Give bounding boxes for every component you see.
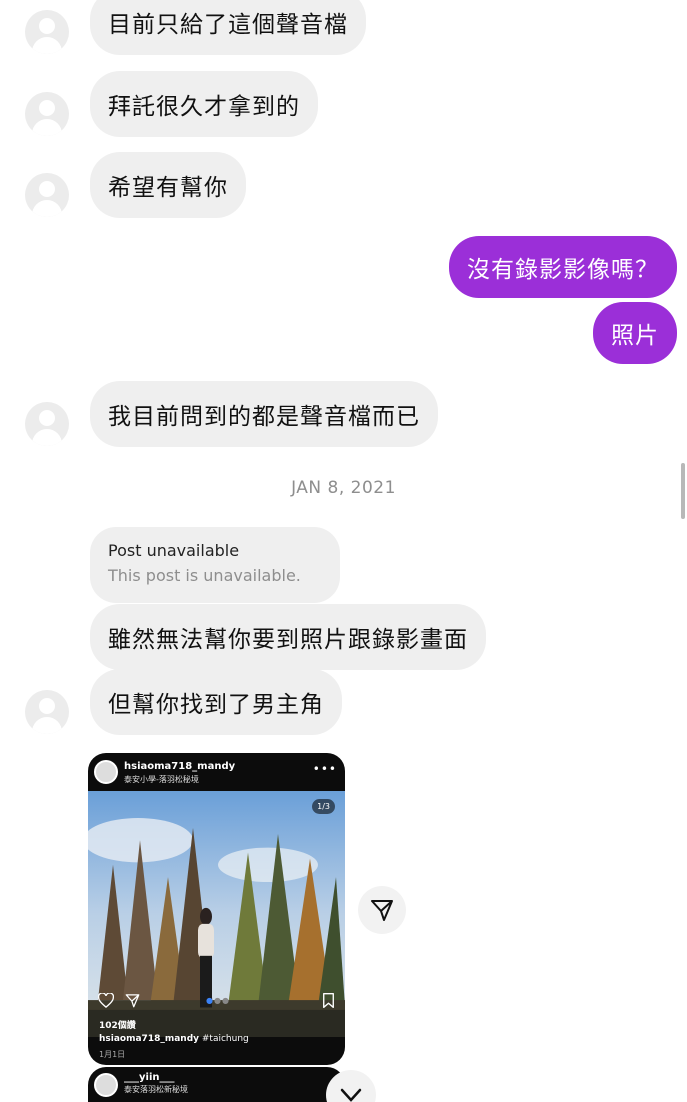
shared-post[interactable]: ___yiin___ 泰安落羽松新秘境 bbox=[88, 1067, 345, 1102]
carousel-dots: ●●● bbox=[206, 996, 230, 1005]
post-caption: hsiaoma718_mandy #taichung bbox=[99, 1034, 249, 1044]
close-icon bbox=[340, 1088, 362, 1102]
incoming-message[interactable]: 雖然無法幫你要到照片跟錄影畫面 bbox=[90, 604, 486, 670]
incoming-message[interactable]: 我目前問到的都是聲音檔而已 bbox=[90, 381, 438, 447]
avatar[interactable] bbox=[25, 173, 69, 217]
share-icon bbox=[371, 900, 393, 921]
incoming-message[interactable]: 希望有幫你 bbox=[90, 152, 246, 218]
post-unavailable-subtitle: This post is unavailable. bbox=[108, 566, 301, 585]
post-date: 1月1日 bbox=[99, 1050, 126, 1059]
caption-username[interactable]: hsiaoma718_mandy bbox=[99, 1034, 199, 1044]
post-avatar[interactable] bbox=[94, 760, 118, 784]
incoming-message[interactable]: 但幫你找到了男主角 bbox=[90, 669, 342, 735]
outgoing-message[interactable]: 照片 bbox=[593, 302, 677, 364]
post-location[interactable]: 泰安小學-落羽松秘境 bbox=[124, 774, 199, 785]
date-divider: JAN 8, 2021 bbox=[291, 478, 396, 498]
share-button[interactable] bbox=[358, 886, 406, 934]
caption-text[interactable]: #taichung bbox=[202, 1034, 249, 1044]
bookmark-icon[interactable] bbox=[322, 993, 335, 1008]
post-header: hsiaoma718_mandy 泰安小學-落羽松秘境 ••• bbox=[88, 753, 345, 791]
avatar[interactable] bbox=[25, 690, 69, 734]
send-icon[interactable] bbox=[125, 993, 140, 1008]
avatar[interactable] bbox=[25, 402, 69, 446]
avatar[interactable] bbox=[25, 92, 69, 136]
post-counter: 1/3 bbox=[312, 799, 335, 814]
more-icon[interactable]: ••• bbox=[313, 762, 337, 776]
shared-post[interactable]: hsiaoma718_mandy 泰安小學-落羽松秘境 ••• 1/3 ●●● … bbox=[88, 753, 345, 1065]
post-location[interactable]: 泰安落羽松新秘境 bbox=[124, 1084, 188, 1095]
incoming-message[interactable]: 拜託很久才拿到的 bbox=[90, 71, 318, 137]
incoming-message[interactable]: 目前只給了這個聲音檔 bbox=[90, 0, 366, 55]
heart-icon[interactable] bbox=[98, 993, 114, 1008]
post-username[interactable]: ___yiin___ bbox=[124, 1072, 175, 1083]
post-unavailable-title: Post unavailable bbox=[108, 541, 240, 560]
post-actions: ●●● bbox=[88, 991, 345, 1011]
post-unavailable-card[interactable]: Post unavailable This post is unavailabl… bbox=[90, 527, 340, 603]
avatar[interactable] bbox=[25, 10, 69, 54]
outgoing-message[interactable]: 沒有錄影影像嗎？ bbox=[449, 236, 677, 298]
post-avatar[interactable] bbox=[94, 1073, 118, 1097]
post-username[interactable]: hsiaoma718_mandy bbox=[124, 761, 235, 772]
post-likes[interactable]: 102個讚 bbox=[99, 1018, 136, 1031]
